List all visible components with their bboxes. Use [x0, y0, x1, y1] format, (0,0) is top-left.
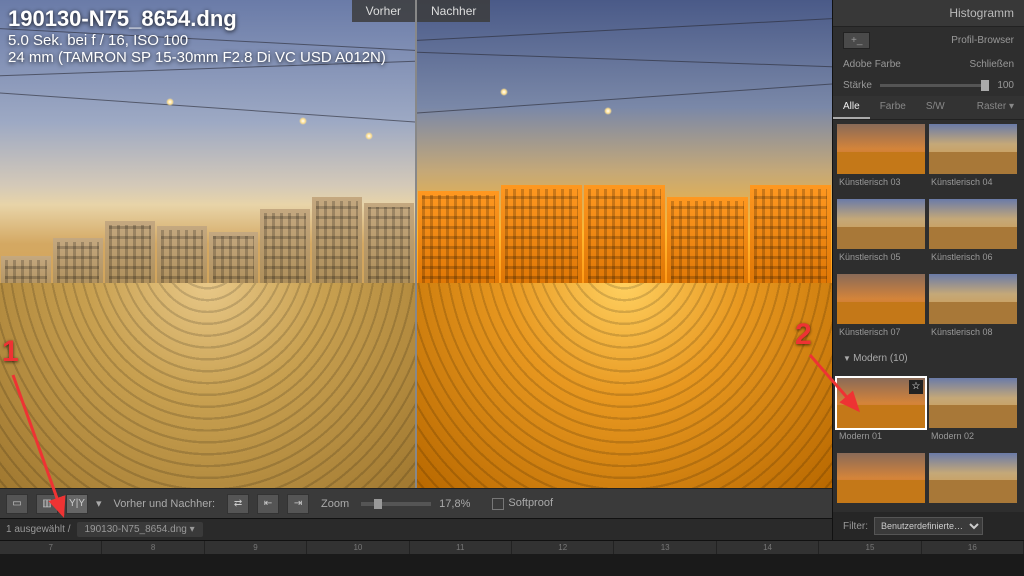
- status-bar: 1 ausgewählt / 190130-N75_8654.dng ▾: [0, 518, 832, 540]
- favorite-icon[interactable]: ☆: [909, 380, 923, 394]
- before-after-preview: 190130-N75_8654.dng 5.0 Sek. bei f / 16,…: [0, 0, 832, 488]
- current-file-chip[interactable]: 190130-N75_8654.dng ▾: [77, 522, 203, 537]
- profile-thumb[interactable]: [929, 453, 1017, 508]
- zoom-label: Zoom: [321, 498, 349, 510]
- tab-bw[interactable]: S/W: [916, 96, 955, 119]
- filter-label: Filter:: [843, 521, 868, 532]
- profile-kuenstlerisch-05[interactable]: Künstlerisch 05: [837, 199, 925, 270]
- strength-value: 100: [997, 80, 1014, 91]
- before-pane[interactable]: Vorher: [0, 0, 415, 488]
- profile-kuenstlerisch-06[interactable]: Künstlerisch 06: [929, 199, 1017, 270]
- after-label: Nachher: [417, 0, 490, 22]
- profile-browser-label[interactable]: Profil-Browser: [870, 35, 1014, 46]
- profile-kuenstlerisch-03[interactable]: Künstlerisch 03: [837, 124, 925, 195]
- softproof-label: Softproof: [508, 497, 553, 509]
- profile-grid[interactable]: Künstlerisch 03 Künstlerisch 04 Künstler…: [833, 120, 1024, 512]
- profile-kuenstlerisch-08[interactable]: Künstlerisch 08: [929, 274, 1017, 345]
- add-profile-button[interactable]: +_: [843, 32, 870, 49]
- compare-view-button[interactable]: ▥: [36, 494, 58, 514]
- tab-color[interactable]: Farbe: [870, 96, 916, 119]
- right-panel: Histogramm +_ Profil-Browser Adobe Farbe…: [832, 0, 1024, 540]
- tab-all[interactable]: Alle: [833, 96, 870, 119]
- profile-kuenstlerisch-07[interactable]: Künstlerisch 07: [837, 274, 925, 345]
- exposure-info: 5.0 Sek. bei f / 16, ISO 100: [8, 32, 386, 49]
- group-modern-header[interactable]: Modern (10): [837, 349, 1020, 373]
- filename: 190130-N75_8654.dng: [8, 6, 386, 32]
- selection-count: 1 ausgewählt /: [6, 524, 71, 535]
- histogram-header[interactable]: Histogramm: [833, 0, 1024, 27]
- lens-info: 24 mm (TAMRON SP 15-30mm F2.8 Di VC USD …: [8, 49, 386, 66]
- tab-grid[interactable]: Raster ▾: [967, 96, 1024, 119]
- profile-modern-01[interactable]: ☆Modern 01: [837, 378, 925, 449]
- compare-label: Vorher und Nachher:: [114, 498, 216, 510]
- loupe-view-button[interactable]: ▭: [6, 494, 28, 514]
- bottom-toolbar: ▭ ▥ Y|Y ▾ Vorher und Nachher: ⇄ ⇤ ⇥ Zoom…: [0, 488, 832, 518]
- softproof-checkbox[interactable]: [492, 498, 504, 510]
- copy-left-button[interactable]: ⇤: [257, 494, 279, 514]
- swap-button[interactable]: ⇄: [227, 494, 249, 514]
- profile-modern-02[interactable]: Modern 02: [929, 378, 1017, 449]
- copy-right-button[interactable]: ⇥: [287, 494, 309, 514]
- filmstrip-timeline[interactable]: 789 101112 131415 16: [0, 540, 1024, 554]
- base-profile-label: Adobe Farbe: [843, 59, 901, 70]
- strength-label: Stärke: [843, 80, 872, 91]
- profile-kuenstlerisch-04[interactable]: Künstlerisch 04: [929, 124, 1017, 195]
- filter-select[interactable]: Benutzerdefinierte…: [874, 517, 983, 535]
- profile-filter-tabs: Alle Farbe S/W Raster ▾: [833, 96, 1024, 120]
- after-pane[interactable]: Nachher: [417, 0, 832, 488]
- image-metadata: 190130-N75_8654.dng 5.0 Sek. bei f / 16,…: [8, 6, 386, 66]
- zoom-value[interactable]: 17,8%: [439, 498, 470, 510]
- strength-slider[interactable]: [880, 84, 989, 87]
- profile-thumb[interactable]: [837, 453, 925, 508]
- zoom-slider[interactable]: [361, 502, 431, 506]
- close-browser-button[interactable]: Schließen: [970, 59, 1014, 70]
- filter-bar: Filter: Benutzerdefinierte…: [833, 512, 1024, 540]
- before-after-button[interactable]: Y|Y: [66, 494, 88, 514]
- dropdown-icon[interactable]: ▾: [96, 497, 102, 510]
